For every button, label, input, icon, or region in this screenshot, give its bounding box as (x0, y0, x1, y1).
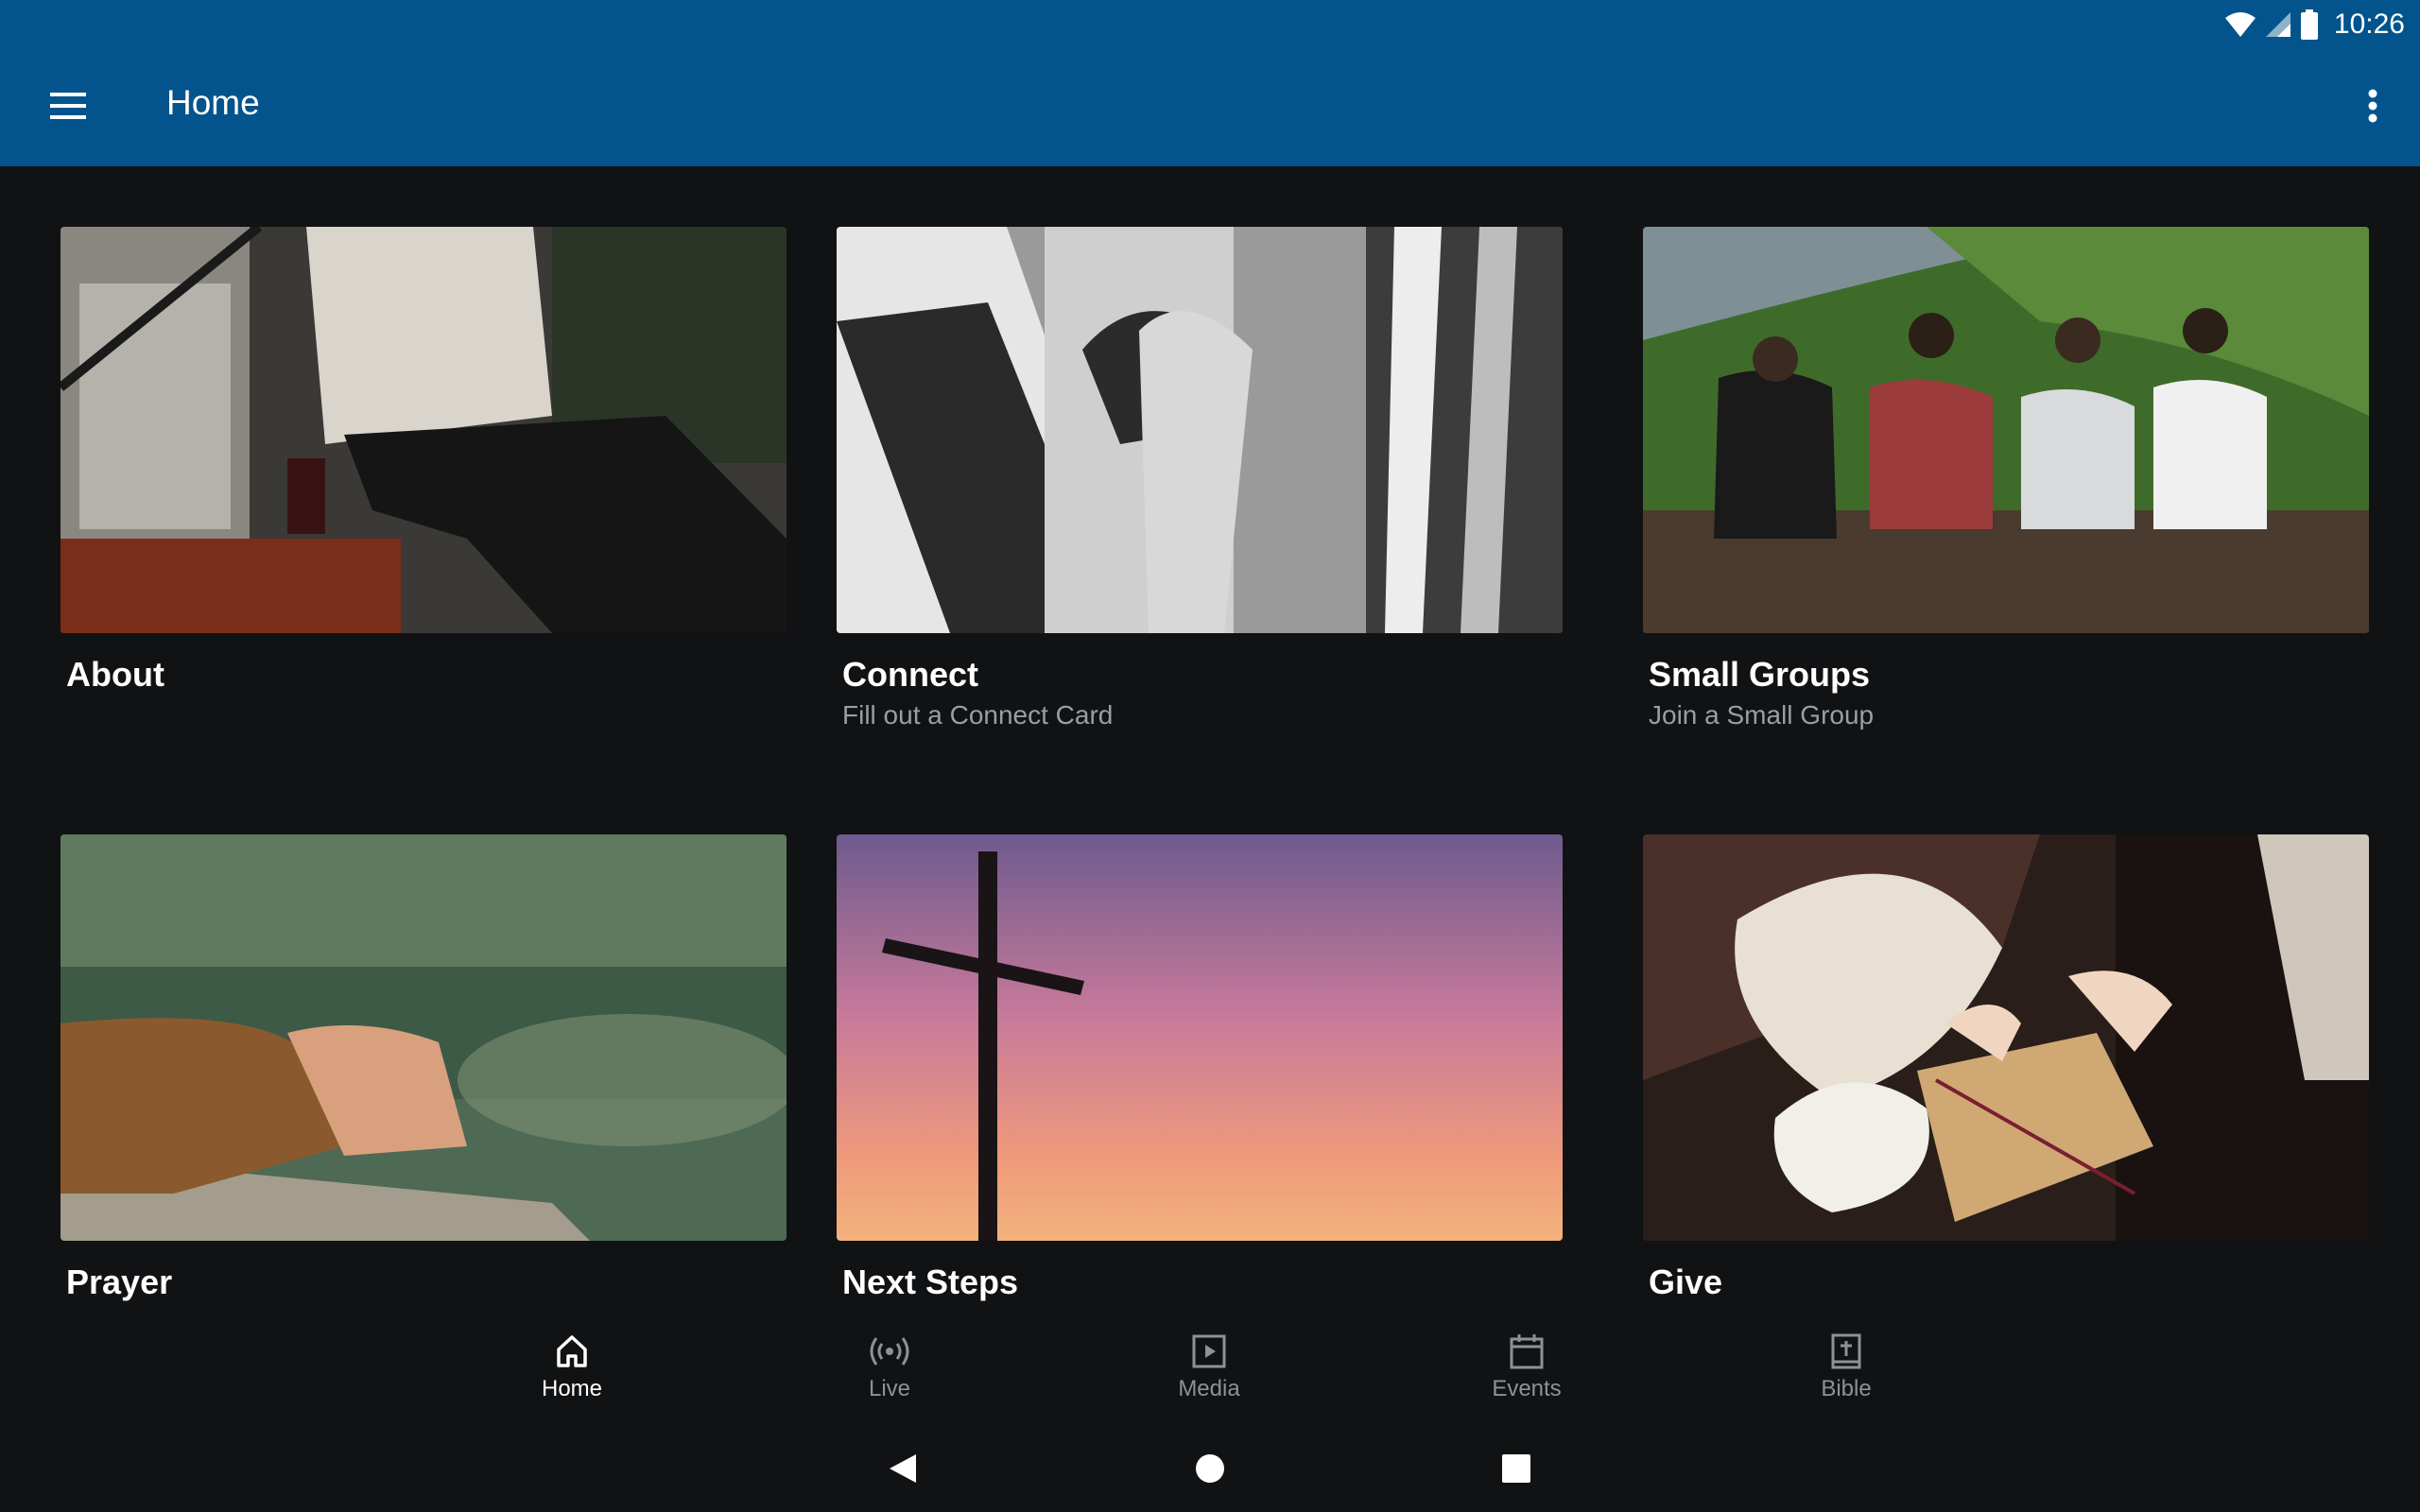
card-title: Give (1649, 1263, 1723, 1301)
card-small-groups[interactable]: Small Groups Join a Small Group (1643, 227, 2369, 733)
cross-sunset-photo (837, 834, 1563, 1241)
bottom-navigation: Home Live Media Events Bible (0, 1315, 2420, 1421)
back-icon (890, 1454, 916, 1483)
overflow-menu-button[interactable] (2354, 76, 2392, 136)
card-title: Prayer (66, 1263, 173, 1301)
card-title: Connect (842, 655, 978, 694)
wrapping-gift-photo (1643, 834, 2369, 1241)
hamburger-menu-icon (50, 93, 86, 119)
card-give[interactable]: Give (1643, 834, 2369, 1303)
signal-icon (2265, 12, 2290, 37)
system-back-button[interactable] (874, 1440, 931, 1497)
broadcast-icon (870, 1337, 909, 1366)
play-box-icon (1192, 1334, 1226, 1368)
hands-clasped-lake-photo (60, 834, 786, 1241)
hands-holding-photo (837, 227, 1563, 633)
recents-icon (1502, 1454, 1530, 1483)
app-bar: 10:26 Home (0, 0, 2420, 166)
nav-label: Bible (1821, 1376, 1872, 1401)
card-connect[interactable]: Connect Fill out a Connect Card (837, 227, 1563, 733)
menu-button[interactable] (34, 76, 102, 136)
nav-home[interactable]: Home (477, 1332, 666, 1418)
nav-events[interactable]: Events (1432, 1332, 1621, 1418)
status-time: 10:26 (2333, 9, 2405, 40)
nav-label: Media (1178, 1376, 1240, 1401)
home-feed: About Connect Fill out a Connect Card Sm… (0, 166, 2420, 1315)
bible-icon (1831, 1333, 1861, 1369)
nav-bible[interactable]: Bible (1752, 1332, 1941, 1418)
page-title: Home (166, 83, 260, 122)
card-about[interactable]: About (60, 227, 786, 696)
card-prayer[interactable]: Prayer (60, 834, 786, 1303)
friends-on-hillside-photo (1643, 227, 2369, 633)
card-title: Next Steps (842, 1263, 1019, 1301)
nav-live[interactable]: Live (795, 1332, 984, 1418)
card-subtitle: Join a Small Group (1649, 700, 1875, 730)
nav-label: Events (1492, 1376, 1562, 1401)
home-icon (557, 1335, 587, 1367)
card-title: About (66, 655, 164, 694)
nav-media[interactable]: Media (1115, 1332, 1304, 1418)
card-next-steps[interactable]: Next Steps (837, 834, 1563, 1303)
people-sitting-coffee-photo (60, 227, 786, 633)
system-navigation-bar (0, 1421, 2420, 1512)
system-home-button[interactable] (1182, 1440, 1238, 1497)
card-title: Small Groups (1649, 655, 1871, 694)
home-circle-icon (1196, 1454, 1224, 1483)
card-subtitle: Fill out a Connect Card (842, 700, 1114, 730)
battery-icon (2300, 9, 2318, 40)
wifi-icon (2224, 12, 2256, 37)
nav-label: Home (541, 1376, 603, 1401)
system-recents-button[interactable] (1488, 1440, 1545, 1497)
calendar-icon (1510, 1334, 1544, 1369)
nav-label: Live (868, 1376, 911, 1401)
status-bar: 10:26 (2224, 6, 2405, 43)
more-vert-icon (2368, 89, 2377, 123)
